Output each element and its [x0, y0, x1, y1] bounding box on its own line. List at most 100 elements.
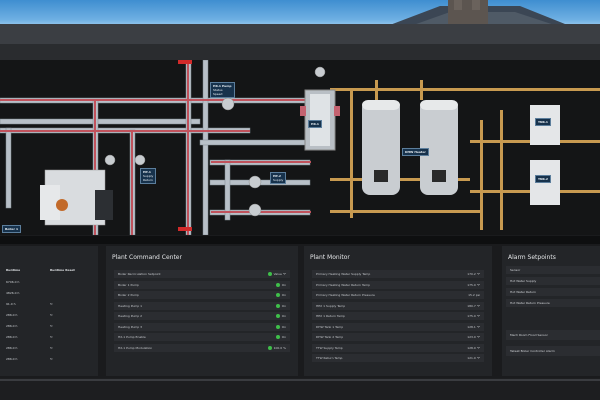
header-banner [0, 0, 600, 44]
boiler-alarm-row[interactable]: Takeat Boiler Controller Alarm [506, 346, 600, 356]
runtime-row: 4826.0 h [6, 289, 92, 297]
row-value: On [275, 302, 286, 310]
row-label: HEX 1 Return Temp [316, 314, 345, 318]
runtime-row: 286.0 h ↻ [6, 344, 92, 352]
row-label: Primary Heating Water Return Temp [316, 282, 370, 287]
row-label: Boiler 2 Pump [118, 293, 139, 297]
section-divider [0, 236, 600, 244]
data-row[interactable]: HEX 1 Supply Temp 180.7 °F [312, 301, 484, 310]
runtime-value: 286.0 h [6, 324, 18, 328]
status-dot-icon [275, 324, 280, 329]
data-row[interactable]: TTW Supply Temp 128.0 °F [312, 343, 484, 352]
data-row[interactable]: DHW Tank 1 Temp 128.1 °F [312, 322, 484, 331]
row-label: Primary Heating Water Return Pressure [316, 293, 375, 297]
status-dot-icon [267, 272, 272, 276]
plant-schematic: HX-1 Pump Status Speed Boiler 1 HP-1 Sup… [0, 59, 600, 236]
data-row[interactable]: Boiler 2 Pump On [114, 291, 290, 299]
runtime-row: 6706.0 h [6, 278, 92, 286]
data-row[interactable]: Boiler Recirculation Setpoint Value °F [114, 270, 290, 278]
hx1-tag[interactable]: HX-1 [308, 120, 322, 128]
alarm-setpoint-row[interactable]: Hot Water Return Pressure [506, 299, 600, 307]
row-label: HEX 1 Supply Temp [316, 303, 346, 308]
alarm-setpoint-row[interactable]: Hot Water Supply [506, 277, 600, 285]
runtime-value: 286.0 h [6, 357, 18, 361]
status-dot-icon [275, 314, 280, 318]
runtime-value: 4826.0 h [6, 291, 20, 295]
runtime-value: 286.0 h [6, 346, 18, 350]
row-value: 128.0 °F [467, 345, 480, 350]
data-row[interactable]: HX-1 Pump Modulation 100.0 % [114, 343, 290, 352]
piping-diagram [0, 59, 600, 236]
runtime-row: 286.0 h ↻ [6, 333, 92, 341]
boiler-1-tag[interactable]: Boiler 1 [2, 225, 22, 233]
row-value: 170.2 °F [467, 272, 480, 276]
reset-icon[interactable]: ↻ [50, 355, 53, 363]
status-dot-icon [275, 303, 280, 308]
row-label: DHW Tank 1 Temp [316, 324, 344, 329]
data-row[interactable]: Primary Heating Water Return Pressure 15.… [312, 291, 484, 299]
reset-icon[interactable]: ↻ [50, 333, 53, 341]
reset-icon[interactable]: ↻ [50, 344, 53, 352]
tank-1-tag[interactable]: TNK-1 [535, 118, 551, 126]
hx1-pump-tag[interactable]: HX-1 Pump Status Speed [210, 82, 235, 98]
reset-icon[interactable]: ↻ [50, 300, 53, 308]
row-label: DHW Tank 2 Temp [316, 335, 344, 339]
runtime-value: 286.0 h [6, 313, 18, 317]
panel-title: Plant Command Center [112, 254, 182, 261]
dhw-heater-tag[interactable]: DHW Heater [402, 148, 429, 156]
row-label: HX-1 Pump Modulation [118, 345, 153, 350]
header-title-bar [0, 24, 600, 44]
row-value: 121.0 °F [467, 356, 480, 360]
flood-sensor-row[interactable]: Mech Room Flood Sensor [506, 330, 600, 340]
tank-2-tag[interactable]: TNK-2 [535, 175, 551, 183]
row-value: 175.0 °F [467, 314, 480, 318]
data-row[interactable]: Primary Heating Water Supply Temp 170.2 °… [312, 270, 484, 278]
data-row[interactable]: HX-1 Pump Enable On [114, 333, 290, 341]
row-value: 180.7 °F [467, 303, 480, 308]
toolbar-strip [0, 44, 600, 60]
row-label: TTW Supply Temp [316, 345, 343, 350]
row-value: 123.0 °F [467, 335, 480, 339]
reset-icon[interactable]: ↻ [50, 311, 53, 319]
reset-icon[interactable]: ↻ [50, 322, 53, 330]
data-row[interactable]: Heating Pump 3 On [114, 322, 290, 331]
data-row[interactable]: Primary Heating Water Return Temp 175.0 °… [312, 280, 484, 289]
row-label: Primary Heating Water Supply Temp [316, 272, 371, 276]
runtime-value: 6706.0 h [6, 280, 20, 284]
runtime-panel: Runtime Runtime Reset 6706.0 h 4826.0 h 91… [0, 246, 98, 376]
panel-title: Alarm Setpoints [508, 254, 556, 261]
row-value: 175.0 °F [467, 282, 480, 287]
data-row[interactable]: HEX 1 Return Temp 175.0 °F [312, 312, 484, 320]
status-dot-icon [275, 282, 280, 287]
data-row[interactable]: TTW Return Temp 121.0 °F [312, 354, 484, 362]
row-value: 100.0 % [267, 344, 286, 352]
runtime-row: 286.0 h ↻ [6, 355, 92, 363]
row-value: On [275, 312, 286, 320]
runtime-row: 91.0 h ↻ [6, 300, 92, 308]
alarm-setpoint-row[interactable]: Hot Water Return [506, 288, 600, 296]
row-label: HX-1 Pump Enable [118, 335, 146, 339]
row-label: TTW Return Temp [316, 356, 343, 360]
data-row[interactable]: Heating Pump 2 On [114, 312, 290, 320]
boiler-unit [40, 169, 113, 226]
runtime-row: 286.0 h ↻ [6, 322, 92, 330]
row-value: On [275, 281, 286, 289]
row-label: Heating Pump 2 [118, 314, 143, 318]
row-label: Heating Pump 3 [118, 324, 143, 329]
command-center-panel: Plant Command Center Boiler Recirculatio… [106, 246, 298, 376]
row-label: Boiler Recirculation Setpoint [118, 272, 161, 276]
status-dot-icon [267, 345, 272, 350]
hp1-tag[interactable]: HP-1 Supply Return [140, 168, 157, 184]
hp2-tag[interactable]: HP-2 Supply [270, 172, 287, 184]
alarm-setpoints-panel: Alarm Setpoints Sensor Hot Water Supply Ho… [502, 246, 600, 376]
alarm-setpoint-row[interactable]: Sensor [506, 266, 600, 274]
data-row[interactable]: Boiler 1 Pump On [114, 280, 290, 289]
runtime-value: 286.0 h [6, 335, 18, 339]
row-value: On [275, 323, 286, 331]
row-label: Heating Pump 1 [118, 303, 143, 308]
data-row[interactable]: Heating Pump 1 On [114, 301, 290, 310]
row-value: Value °F [267, 270, 286, 278]
row-value: On [275, 291, 286, 299]
data-row[interactable]: DHW Tank 2 Temp 123.0 °F [312, 333, 484, 341]
row-label: Boiler 1 Pump [118, 282, 139, 287]
